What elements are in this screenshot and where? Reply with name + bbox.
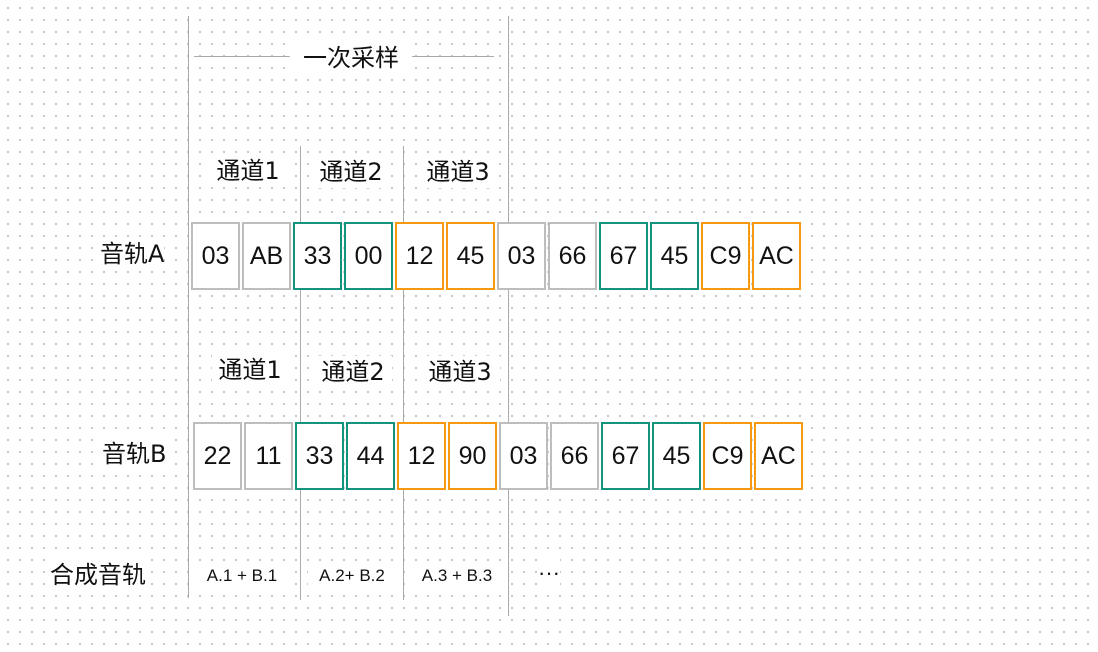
sample-left-boundary [188, 16, 189, 598]
track-a-cell-7: 03 [497, 222, 546, 290]
track-b-cell-2: 11 [244, 422, 293, 490]
track-a-cell-6: 45 [446, 222, 495, 290]
track-b-cell-5: 12 [397, 422, 446, 490]
track-b-channel-2-label: 通道2 [314, 356, 392, 388]
mixed-item-3: A.3 + B.3 [410, 563, 504, 589]
track-a-label: 音轨A [100, 238, 165, 270]
track-b-cell-12: AC [754, 422, 803, 490]
track-a-cell-9: 67 [599, 222, 648, 290]
mixed-track-label: 合成音轨 [50, 559, 146, 591]
track-a-cell-2: AB [242, 222, 291, 290]
track-a-channel-2-label: 通道2 [312, 156, 390, 188]
track-b-label: 音轨B [102, 438, 167, 470]
track-b-channel-1-label: 通道1 [212, 354, 288, 386]
sample-title: 一次采样 [290, 40, 412, 76]
mixed-item-2: A.2+ B.2 [308, 563, 396, 589]
track-b-channel-3-label: 通道3 [420, 356, 500, 388]
track-a-cell-5: 12 [395, 222, 444, 290]
track-a-cell-1: 03 [191, 222, 240, 290]
track-a-cell-8: 66 [548, 222, 597, 290]
track-a-channel-1-label: 通道1 [210, 155, 286, 187]
track-b-cell-8: 66 [550, 422, 599, 490]
track-a-cell-11: C9 [701, 222, 750, 290]
track-a-cell-4: 00 [344, 222, 393, 290]
track-b-cell-6: 90 [448, 422, 497, 490]
track-a-cell-3: 33 [293, 222, 342, 290]
track-a-cell-12: AC [752, 222, 801, 290]
channel-divider-2-3 [403, 146, 404, 600]
track-b-cell-3: 33 [295, 422, 344, 490]
track-a-channel-3-label: 通道3 [418, 156, 498, 188]
track-b-cell-9: 67 [601, 422, 650, 490]
track-a-cell-10: 45 [650, 222, 699, 290]
track-b-cell-1: 22 [193, 422, 242, 490]
channel-divider-1-2 [300, 146, 301, 600]
track-b-cells: 22 11 33 44 12 90 03 66 67 45 C9 AC [193, 422, 803, 490]
mixed-ellipsis: ··· [538, 558, 560, 588]
track-b-cell-10: 45 [652, 422, 701, 490]
mixed-item-1: A.1 + B.1 [196, 563, 288, 589]
track-b-cell-11: C9 [703, 422, 752, 490]
sample-right-boundary [508, 16, 509, 616]
track-b-cell-7: 03 [499, 422, 548, 490]
track-a-cells: 03 AB 33 00 12 45 03 66 67 45 C9 AC [191, 222, 801, 290]
track-b-cell-4: 44 [346, 422, 395, 490]
